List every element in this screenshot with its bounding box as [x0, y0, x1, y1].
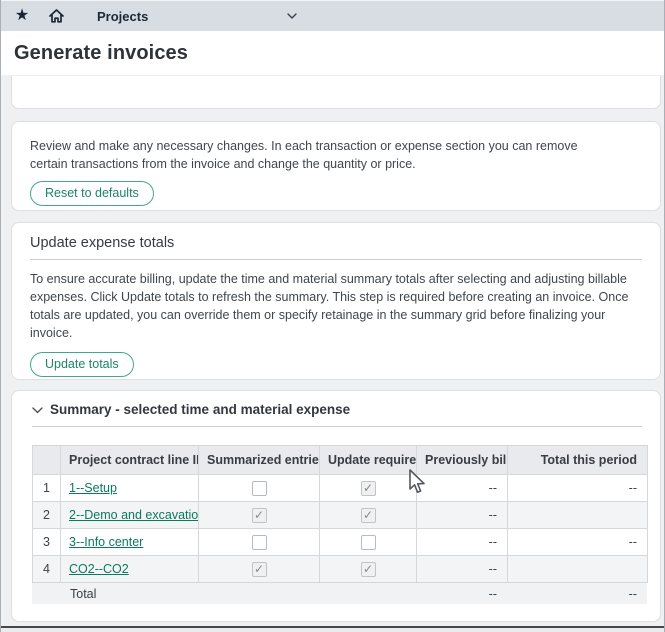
column-header-project-contract-line-id: Project contract line ID — [61, 446, 199, 475]
column-header-update-required: Update required — [320, 446, 417, 475]
update-expense-totals-heading: Update expense totals — [30, 235, 642, 260]
contract-line-link[interactable]: 1--Setup — [69, 481, 117, 495]
table-total-row: Total -- -- — [32, 583, 647, 604]
chevron-down-icon — [32, 407, 43, 414]
update-expense-totals-card: Update expense totals To ensure accurate… — [11, 222, 661, 380]
summarized-entries-checkbox[interactable] — [252, 508, 267, 523]
update-required-checkbox[interactable] — [361, 535, 376, 550]
scrolled-card-partial — [11, 76, 661, 109]
contract-line-link[interactable]: 3--Info center — [69, 535, 143, 549]
update-required-checkbox[interactable] — [361, 481, 376, 496]
total-previously-billed: -- — [416, 587, 507, 601]
column-header-summarized-entries: Summarized entries — [199, 446, 320, 475]
update-totals-instructions-text: To ensure accurate billing, update the t… — [30, 270, 630, 343]
row-number: 1 — [33, 475, 61, 502]
table-row: 2 2--Demo and excavation -- — [33, 502, 648, 529]
total-this-period-value: -- — [508, 475, 648, 502]
contract-line-link[interactable]: 2--Demo and excavation — [69, 508, 199, 522]
page-header: Generate invoices — [1, 31, 664, 75]
application-dropdown-label: Projects — [97, 9, 148, 24]
contract-line-link[interactable]: CO2--CO2 — [69, 562, 129, 576]
total-this-period-value — [508, 502, 648, 529]
table-row: 3 3--Info center -- -- — [33, 529, 648, 556]
summarized-entries-checkbox[interactable] — [252, 535, 267, 550]
summary-section-card: Summary - selected time and material exp… — [11, 390, 661, 622]
table-row: 4 CO2--CO2 -- — [33, 556, 648, 583]
reset-to-defaults-button[interactable]: Reset to defaults — [30, 181, 154, 206]
summary-section-heading: Summary - selected time and material exp… — [50, 402, 350, 417]
row-number: 2 — [33, 502, 61, 529]
top-nav-bar: ★ Projects — [1, 0, 664, 31]
summary-table: Project contract line ID Summarized entr… — [32, 445, 648, 583]
page-title: Generate invoices — [14, 42, 188, 65]
row-number-column-header — [33, 446, 61, 475]
column-header-previously-billed: Previously billed — [417, 446, 508, 475]
total-this-period-value — [508, 556, 648, 583]
application-dropdown[interactable]: Projects — [97, 1, 297, 31]
previously-billed-value: -- — [417, 529, 508, 556]
summary-section-toggle[interactable]: Summary - selected time and material exp… — [32, 402, 642, 427]
summarized-entries-checkbox[interactable] — [252, 481, 267, 496]
review-section-card: Review and make any necessary changes. I… — [11, 121, 661, 211]
previously-billed-value: -- — [417, 502, 508, 529]
total-this-period-value: -- — [508, 529, 648, 556]
total-this-period: -- — [507, 587, 647, 601]
previously-billed-value: -- — [417, 556, 508, 583]
home-icon[interactable] — [47, 7, 65, 25]
update-required-checkbox[interactable] — [361, 562, 376, 577]
previously-billed-value: -- — [417, 475, 508, 502]
row-number: 3 — [33, 529, 61, 556]
total-label: Total — [32, 587, 416, 601]
column-header-total-this-period: Total this period — [508, 446, 648, 475]
review-instructions-text: Review and make any necessary changes. I… — [30, 137, 590, 173]
table-row: 1 1--Setup -- -- — [33, 475, 648, 502]
summary-table-header-row: Project contract line ID Summarized entr… — [33, 446, 648, 475]
chevron-down-icon — [287, 13, 297, 19]
update-required-checkbox[interactable] — [361, 508, 376, 523]
row-number: 4 — [33, 556, 61, 583]
summarized-entries-checkbox[interactable] — [252, 562, 267, 577]
app-window: ★ Projects Generate invoices Review and … — [0, 0, 665, 632]
update-totals-button[interactable]: Update totals — [30, 352, 134, 377]
favorites-star-icon[interactable]: ★ — [13, 7, 31, 25]
window-bottom-border — [1, 625, 664, 632]
